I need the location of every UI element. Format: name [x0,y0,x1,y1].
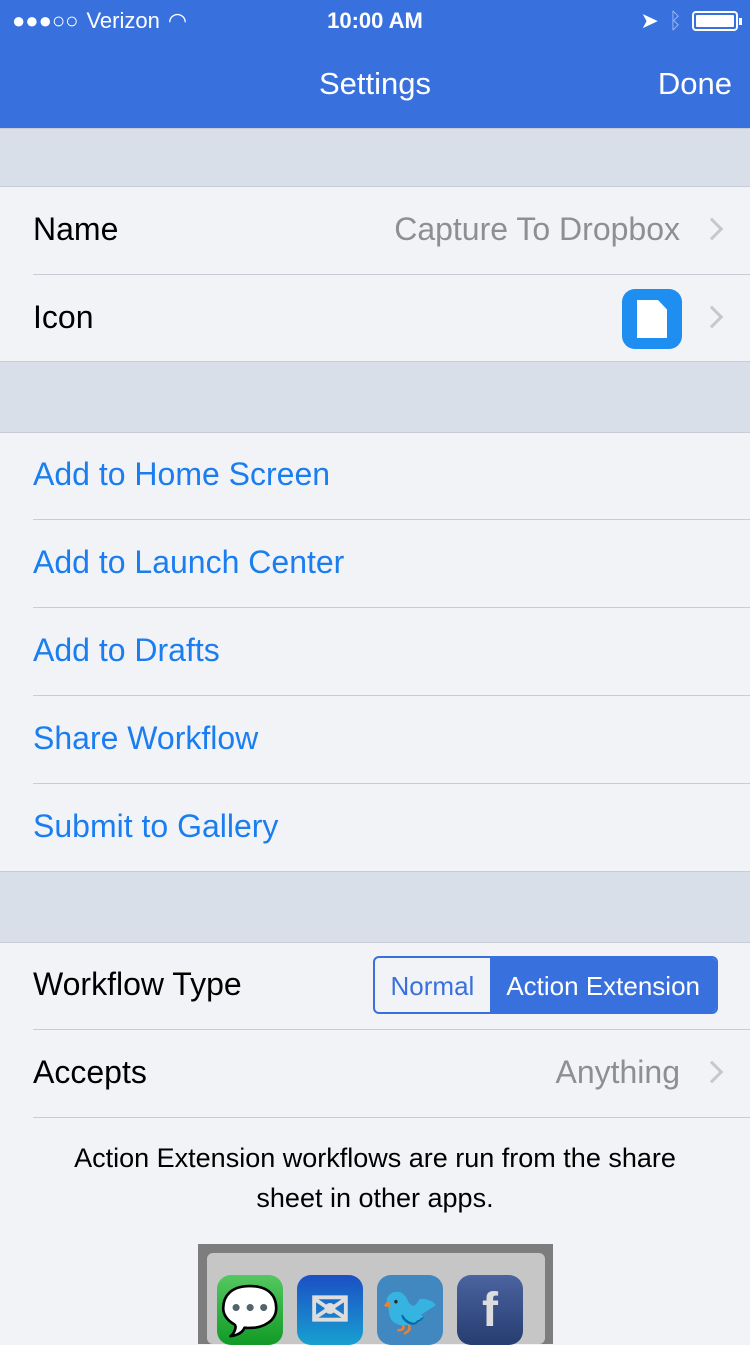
nav-bar: Settings Done [0,40,750,128]
submit-to-gallery-link[interactable]: Submit to Gallery [33,808,278,845]
name-label: Name [33,211,119,247]
mail-icon: ✉ [297,1275,363,1345]
done-button[interactable]: Done [658,66,732,102]
location-icon: ➤ [640,8,659,33]
section-gap [0,128,750,187]
add-to-drafts-row[interactable]: Add to Drafts [0,608,750,696]
add-to-launch-center-link[interactable]: Add to Launch Center [33,544,344,581]
share-workflow-row[interactable]: Share Workflow [0,696,750,784]
messages-icon: 💬 [217,1275,283,1345]
battery-icon [692,11,742,31]
workflow-type-segmented-control[interactable]: Normal Action Extension [372,956,718,1014]
workflow-type-label: Workflow Type [33,966,242,1002]
document-icon [637,300,667,338]
add-to-launch-center-row[interactable]: Add to Launch Center [0,520,750,608]
accepts-label: Accepts [33,1054,147,1090]
accepts-row[interactable]: Accepts Anything [0,1030,750,1118]
icon-row[interactable]: Icon [0,275,750,361]
name-row[interactable]: Name Capture To Dropbox [0,187,750,275]
section-gap [0,361,750,433]
name-value: Capture To Dropbox [394,211,680,247]
icon-label: Icon [33,299,94,335]
submit-to-gallery-row[interactable]: Submit to Gallery [0,784,750,871]
share-workflow-link[interactable]: Share Workflow [33,720,258,757]
chevron-right-icon [700,1060,724,1084]
clock: 10:00 AM [327,8,423,33]
add-to-drafts-link[interactable]: Add to Drafts [33,632,220,669]
add-to-home-screen-row[interactable]: Add to Home Screen [0,432,750,520]
chevron-right-icon [700,217,724,241]
twitter-icon: 🐦 [377,1275,443,1345]
add-to-home-screen-link[interactable]: Add to Home Screen [33,456,330,493]
action-extension-note: Action Extension workflows are run from … [74,1143,676,1213]
segment-normal[interactable]: Normal [375,958,491,1012]
bluetooth-icon: ᛒ [668,8,682,33]
workflow-type-row: Workflow Type Normal Action Extension [0,942,750,1030]
facebook-icon: f [457,1275,523,1345]
status-bar: ●●●○○ Verizon ◠ 10:00 AM ➤ ᛒ [0,0,750,40]
share-sheet-preview-image: 💬 ✉ 🐦 f [198,1244,553,1345]
section-gap [0,871,750,943]
chevron-right-icon [700,305,724,329]
page-title: Settings [318,66,431,101]
accepts-value: Anything [555,1054,680,1090]
segment-action-extension[interactable]: Action Extension [490,958,716,1012]
workflow-icon [622,289,682,349]
